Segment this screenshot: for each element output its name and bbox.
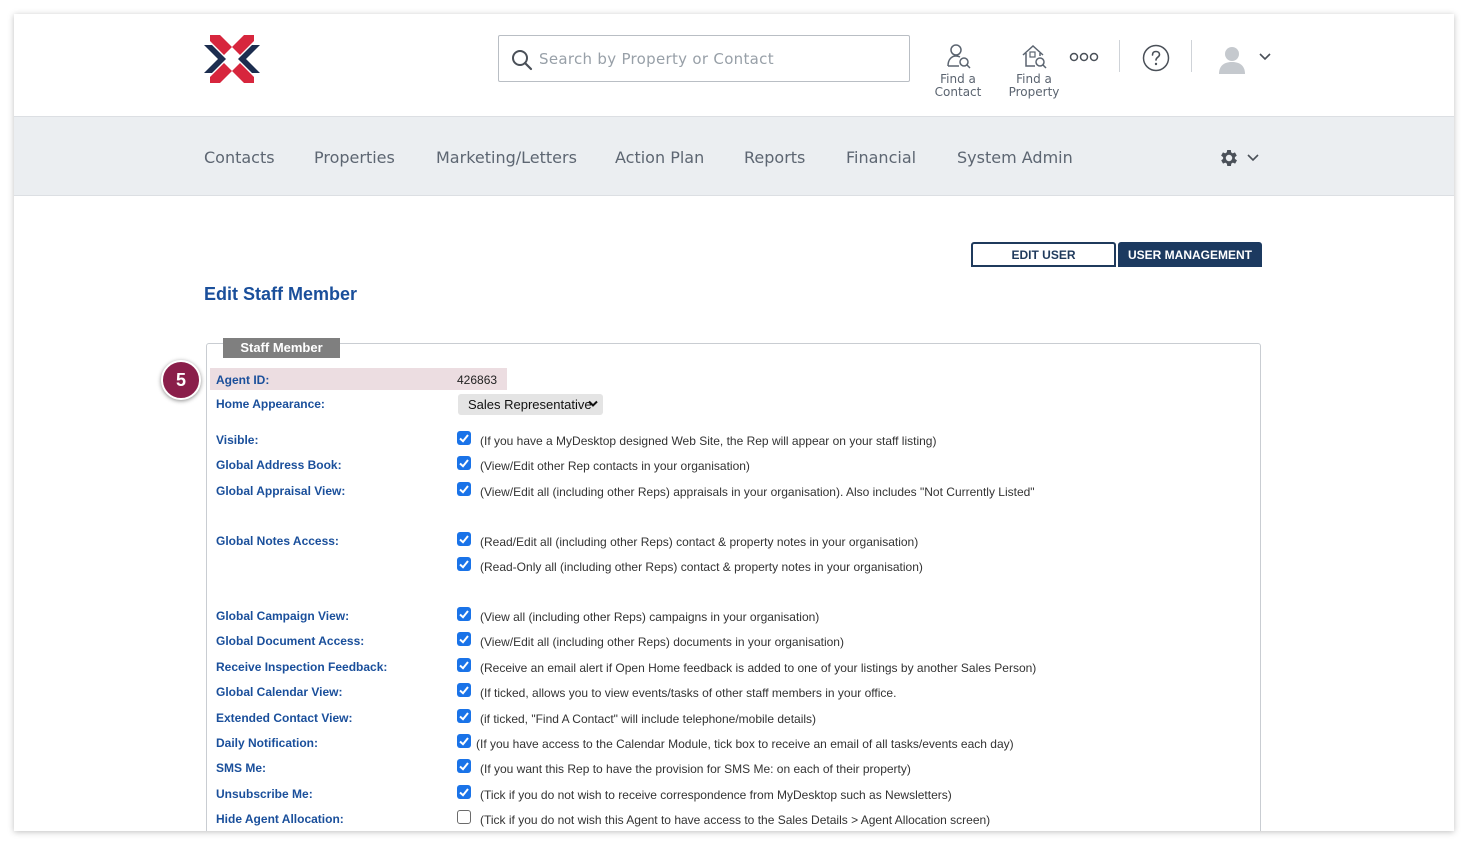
nav-item-contacts[interactable]: Contacts [204,148,275,167]
search-icon [512,50,533,71]
nav-item-system-admin[interactable]: System Admin [957,148,1073,167]
nav-item-action-plan[interactable]: Action Plan [615,148,704,167]
agent-id-label: Agent ID: [216,373,270,387]
brand-logo[interactable] [204,31,260,87]
checkmark-icon [459,686,469,695]
more-options-icon[interactable] [1069,50,1099,64]
global-notes-access-checkbox[interactable] [457,532,471,546]
nav-item-reports[interactable]: Reports [744,148,805,167]
global-campaign-view-description: (View all (including other Reps) campaig… [480,610,820,624]
global-document-access-description: (View/Edit all (including other Reps) do… [480,635,844,649]
global-notes-access-label: Global Notes Access: [216,534,339,548]
checkmark-icon [459,788,469,797]
user-avatar-icon[interactable] [1217,44,1247,76]
home-appearance-select[interactable]: Sales Representative [458,394,603,415]
checkmark-icon [459,712,469,721]
home-appearance-label: Home Appearance: [216,397,325,411]
global-notes-readonly-description: (Read-Only all (including other Reps) co… [480,560,923,574]
find-contact-button[interactable]: Find a Contact [932,42,984,99]
chevron-down-icon [588,400,598,407]
edit-user-tab[interactable]: EDIT USER [971,242,1116,267]
panel-legend: Staff Member [223,338,340,358]
user-management-tab[interactable]: USER MANAGEMENT [1118,242,1262,267]
find-property-label-2: Property [1008,85,1060,99]
daily-notification-checkbox[interactable] [457,734,471,748]
daily-notification-label: Daily Notification: [216,736,319,750]
unsubscribe-me-label: Unsubscribe Me: [216,787,313,801]
staff-member-panel [206,343,1261,831]
page-title: Edit Staff Member [204,284,358,304]
checkmark-icon [459,635,469,644]
unsubscribe-me-checkbox[interactable] [457,785,471,799]
global-campaign-view-checkbox[interactable] [457,607,471,621]
global-appraisal-view-label: Global Appraisal View: [216,484,346,498]
hide-agent-allocation-label: Hide Agent Allocation: [216,812,344,826]
global-calendar-view-checkbox[interactable] [457,683,471,697]
extended-contact-view-label: Extended Contact View: [216,711,353,725]
checkmark-icon [459,610,469,619]
search-input[interactable] [539,44,899,74]
extended-contact-view-description: (if ticked, "Find A Contact" will includ… [480,712,817,726]
global-calendar-view-label: Global Calendar View: [216,685,343,699]
global-notes-readonly-checkbox[interactable] [457,557,471,571]
global-campaign-view-label: Global Campaign View: [216,609,350,623]
visible-description: (If you have a MyDesktop designed Web Si… [480,434,937,448]
checkmark-icon [459,459,469,468]
unsubscribe-me-description: (Tick if you do not wish to receive corr… [480,788,952,802]
global-calendar-view-description: (If ticked, allows you to view events/ta… [480,686,897,700]
checkmark-icon [459,737,469,746]
nav-item-marketing-letters[interactable]: Marketing/Letters [436,148,577,167]
checkmark-icon [459,535,469,544]
global-document-access-label: Global Document Access: [216,634,365,648]
sms-me-description: (If you want this Rep to have the provis… [480,762,911,776]
checkmark-icon [459,560,469,569]
chevron-down-icon[interactable] [1258,52,1272,62]
visible-label: Visible: [216,433,259,447]
checkmark-icon [459,762,469,771]
hide-agent-allocation-description: (Tick if you do not wish this Agent to h… [480,813,991,827]
global-appraisal-view-description: (View/Edit all (including other Reps) ap… [480,485,1035,499]
find-contact-label-2: Contact [934,85,982,99]
sms-me-checkbox[interactable] [457,759,471,773]
global-document-access-checkbox[interactable] [457,632,471,646]
extended-contact-view-checkbox[interactable] [457,709,471,723]
global-address-book-checkbox[interactable] [457,456,471,470]
receive-inspection-feedback-label: Receive Inspection Feedback: [216,660,388,674]
global-address-book-label: Global Address Book: [216,458,342,472]
chevron-down-icon[interactable] [1246,153,1260,163]
main-nav: Contacts Properties Marketing/Letters Ac… [14,117,1454,196]
header-divider [1119,40,1120,72]
visible-checkbox[interactable] [457,431,471,445]
hide-agent-allocation-checkbox[interactable] [457,810,471,824]
gear-icon[interactable] [1218,147,1240,169]
receive-inspection-feedback-description: (Receive an email alert if Open Home fee… [480,661,1037,675]
checkmark-icon [459,434,469,443]
checkmark-icon [459,485,469,494]
agent-id-value: 426863 [457,373,498,387]
receive-inspection-feedback-checkbox[interactable] [457,658,471,672]
app-window: Find a Contact Find a Property [14,14,1454,831]
checkmark-icon [459,661,469,670]
daily-notification-description: (If you have access to the Calendar Modu… [476,737,1014,751]
help-icon[interactable] [1142,44,1170,72]
nav-item-financial[interactable]: Financial [846,148,916,167]
global-address-book-description: (View/Edit other Rep contacts in your or… [480,459,750,473]
find-property-button[interactable]: Find a Property [1006,42,1062,99]
home-appearance-value: Sales Representative [468,397,592,412]
step-badge: 5 [161,360,201,400]
global-appraisal-view-checkbox[interactable] [457,482,471,496]
header-divider [1191,40,1192,72]
nav-item-properties[interactable]: Properties [314,148,395,167]
search-box[interactable] [498,35,910,82]
global-notes-access-description: (Read/Edit all (including other Reps) co… [480,535,919,549]
top-header: Find a Contact Find a Property [14,14,1454,117]
property-search-icon [1022,44,1047,69]
contact-search-icon [947,44,971,69]
sms-me-label: SMS Me: [216,761,267,775]
